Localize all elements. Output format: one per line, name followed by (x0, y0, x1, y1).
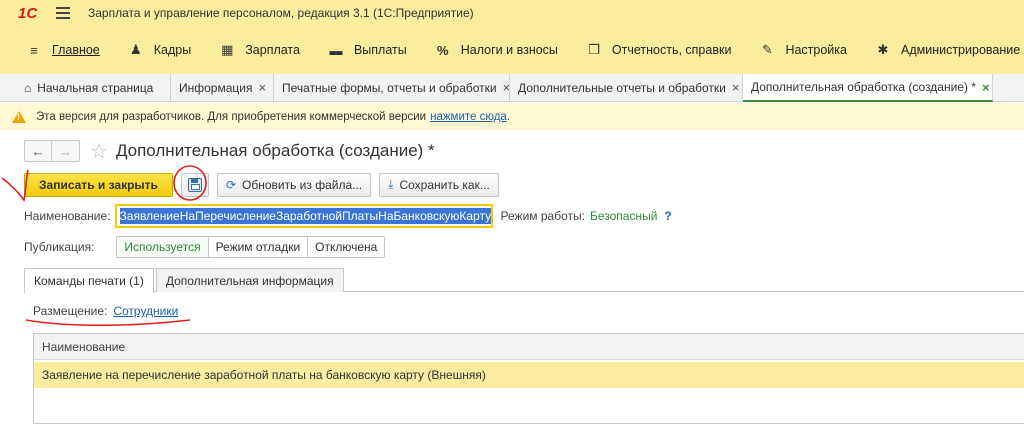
mode-label: Режим работы: (500, 209, 585, 223)
home-icon: ⌂ (24, 80, 32, 95)
calculator-icon: ▦ (221, 42, 234, 57)
main-menu-icon[interactable] (56, 7, 70, 19)
table-header: Наименование (34, 334, 1024, 360)
tab-home[interactable]: ⌂ Начальная страница (0, 74, 171, 101)
gear-icon: ✱ (877, 42, 889, 57)
title-bar: 1С Зарплата и управление персоналом, ред… (0, 0, 1024, 26)
wallet-icon: ▬ (329, 42, 343, 58)
mode-value: Безопасный (589, 209, 658, 223)
developer-banner: Эта версия для разработчиков. Для приобр… (0, 103, 1024, 130)
close-icon[interactable]: × (732, 80, 740, 95)
table-row[interactable]: Заявление на перечисление заработной пла… (34, 362, 1024, 388)
section-main[interactable]: ≡ Главное (0, 26, 114, 74)
section-taxes[interactable]: % Налоги и взносы (421, 26, 572, 74)
publication-label: Публикация: (24, 240, 95, 254)
underline-annotation (25, 319, 191, 327)
report-icon: ❐ (588, 42, 600, 57)
app-logo: 1С (18, 4, 38, 22)
sections-panel: ≡ Главное ♟ Кадры ▦ Зарплата ▬ Выплаты %… (0, 26, 1024, 74)
form-page-tabs: Команды печати (1) Дополнительная информ… (24, 268, 1024, 293)
menu-lines-icon: ≡ (30, 42, 38, 58)
publication-option-debug[interactable]: Режим отладки (208, 236, 309, 258)
placement-link[interactable]: Сотрудники (113, 304, 178, 318)
print-commands-table: Наименование Заявление на перечисление з… (33, 333, 1024, 424)
arrow-left-icon: ← (31, 143, 45, 159)
tab-print-forms[interactable]: Печатные формы, отчеты и обработки × (274, 74, 510, 101)
column-name-header[interactable]: Наименование (42, 340, 125, 354)
close-icon[interactable]: × (258, 80, 266, 95)
command-bar: Записать и закрыть ⟳ Обновить из файла..… (24, 172, 507, 197)
close-icon[interactable]: × (503, 80, 509, 95)
tab-additional-processing[interactable]: Дополнительная обработка (создание) * × (743, 74, 993, 102)
tab-additional-reports[interactable]: Дополнительные отчеты и обработки × (510, 74, 743, 101)
tab-additional-info[interactable]: Дополнительная информация (155, 268, 344, 292)
section-personnel[interactable]: ♟ Кадры (114, 26, 205, 74)
help-icon[interactable]: ? (664, 209, 671, 223)
placement-label: Размещение: (33, 304, 108, 318)
people-icon: ♟ (129, 42, 142, 57)
forward-button[interactable]: → (52, 140, 80, 162)
purchase-link[interactable]: нажмите сюда (430, 111, 507, 123)
save-button[interactable] (180, 172, 209, 197)
save-and-close-button[interactable]: Записать и закрыть (24, 172, 173, 197)
open-windows-tabs: ⌂ Начальная страница Информация × Печатн… (0, 74, 1024, 102)
warning-icon (12, 110, 26, 123)
floppy-disk-icon (187, 177, 202, 192)
publication-row: Публикация: Используется Режим отладки О… (24, 236, 386, 258)
save-as-button[interactable]: ⤓ Сохранить как... (379, 172, 499, 197)
arrow-right-icon: → (59, 143, 72, 159)
publication-toggle: Используется Режим отладки Отключена (116, 236, 386, 258)
tab-information[interactable]: Информация × (171, 74, 274, 101)
section-admin[interactable]: ✱ Администрирование (861, 26, 1024, 74)
table-cell: Заявление на перечисление заработной пла… (42, 368, 486, 382)
publication-option-used[interactable]: Используется (116, 236, 209, 258)
tab-print-commands[interactable]: Команды печати (1) (24, 268, 154, 293)
close-icon[interactable]: × (982, 80, 990, 95)
favorite-star-icon[interactable]: ☆ (90, 139, 108, 164)
name-row: Наименование: ЗаявлениеНаПеречислениеЗар… (24, 204, 672, 228)
form-header: ← → ☆ Дополнительная обработка (создание… (24, 139, 435, 163)
section-salary[interactable]: ▦ Зарплата (205, 26, 314, 74)
back-button[interactable]: ← (24, 140, 52, 162)
section-reports[interactable]: ❐ Отчетность, справки (572, 26, 746, 74)
window-title: Зарплата и управление персоналом, редакц… (88, 6, 474, 20)
section-payments[interactable]: ▬ Выплаты (314, 26, 421, 74)
name-input[interactable]: ЗаявлениеНаПеречислениеЗаработнойПлатыНа… (114, 204, 493, 228)
update-from-file-button[interactable]: ⟳ Обновить из файла... (216, 172, 372, 197)
name-input-value: ЗаявлениеНаПеречислениеЗаработнойПлатыНа… (119, 208, 491, 224)
refresh-file-icon: ⟳ (225, 177, 236, 192)
download-icon: ⤓ (388, 177, 394, 191)
wrench-icon: ✎ (761, 42, 773, 57)
percent-icon: % (436, 42, 449, 58)
placement-row: Размещение: Сотрудники (33, 304, 178, 318)
publication-option-disabled[interactable]: Отключена (308, 236, 386, 258)
section-settings[interactable]: ✎ Настройка (745, 26, 861, 74)
name-label: Наименование: (24, 209, 111, 223)
form-title: Дополнительная обработка (создание) * (115, 141, 435, 160)
